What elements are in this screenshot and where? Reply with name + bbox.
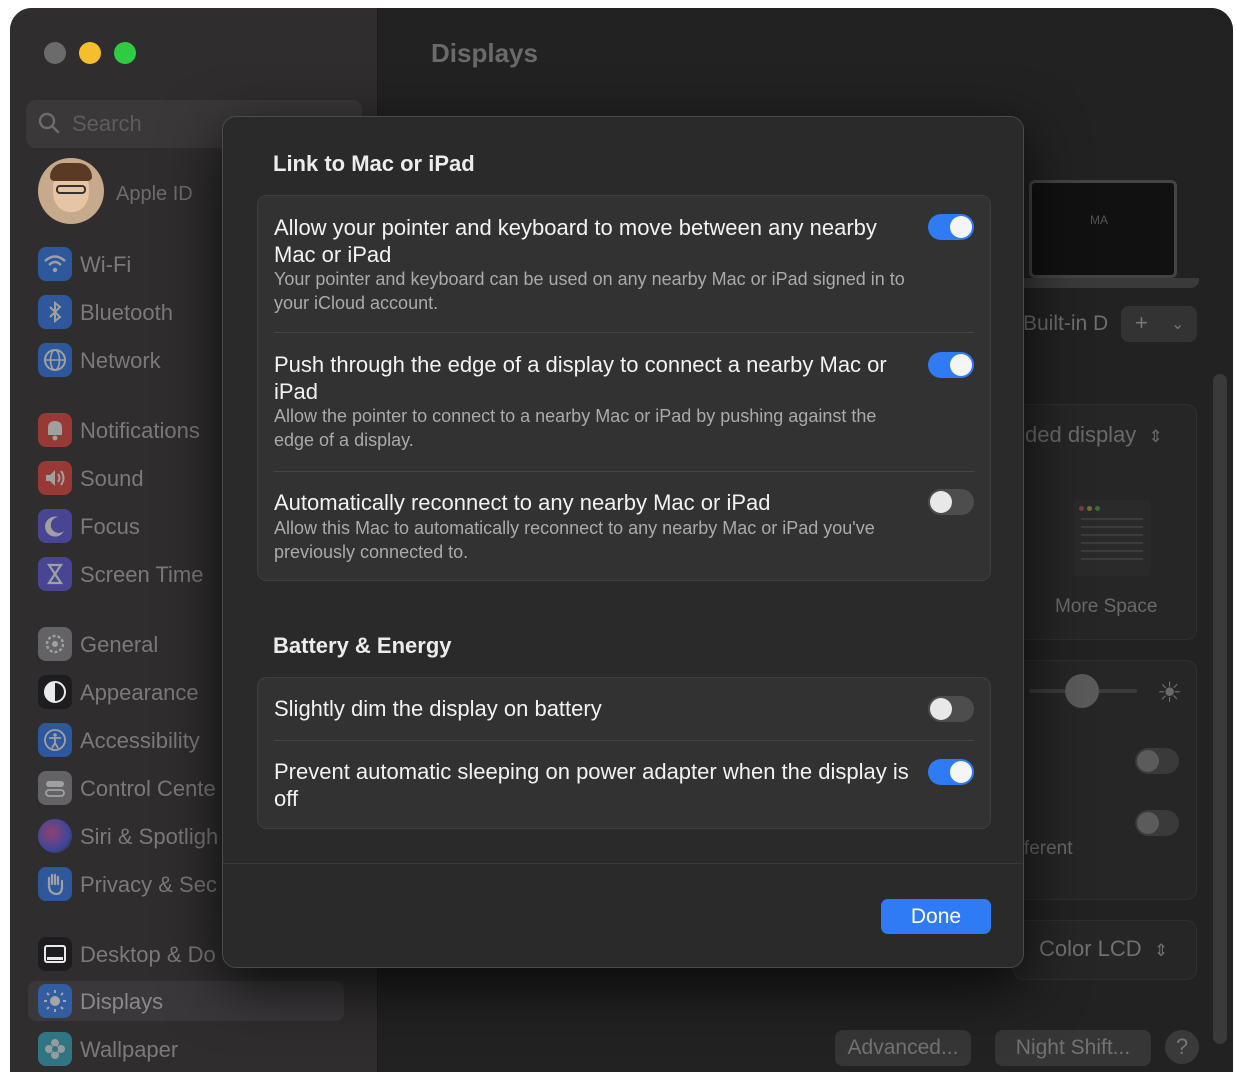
sidebar-item-label: Displays (80, 989, 164, 1014)
avatar (38, 158, 104, 224)
bell-icon (38, 413, 72, 447)
color-profile-value: Color LCD (1039, 936, 1142, 961)
setting-title: Push through the edge of a display to co… (274, 352, 887, 404)
advanced-display-dialog: Link to Mac or iPad Allow your pointer a… (222, 116, 1024, 968)
sidebar-item-label: Desktop & Do (80, 942, 216, 967)
sidebar-item-label: Network (80, 348, 161, 373)
sidebar-item-label: Bluetooth (80, 300, 173, 325)
more-space-label: More Space (1055, 596, 1158, 617)
sidebar-item-label: General (80, 632, 159, 657)
minimize-window-button[interactable] (79, 42, 101, 64)
scrollbar[interactable] (1213, 374, 1227, 1044)
flower-icon (38, 1032, 72, 1066)
setting-description: Your pointer and keyboard can be used on… (274, 269, 905, 313)
night-shift-button[interactable]: Night Shift... (995, 1030, 1151, 1066)
hourglass-icon (38, 557, 72, 591)
more-space-thumbnail[interactable] (1073, 500, 1151, 576)
add-display-button[interactable]: + ⌄ (1121, 306, 1197, 342)
control-center-icon (38, 771, 72, 805)
plus-icon: + (1135, 310, 1148, 335)
dim-on-battery-toggle[interactable] (928, 696, 974, 722)
advanced-button[interactable]: Advanced... (835, 1030, 971, 1066)
setting-title: Automatically reconnect to any nearby Ma… (274, 490, 771, 515)
setting-title: Slightly dim the display on battery (274, 696, 602, 721)
setting-description: Allow this Mac to automatically reconnec… (274, 518, 875, 562)
sidebar-item-label: Accessibility (80, 728, 200, 753)
use-as-popup[interactable]: ded display ⇕ (1025, 422, 1163, 448)
dock-icon (38, 937, 72, 971)
battery-settings-group: Slightly dim the display on battery Prev… (257, 677, 991, 829)
moon-icon (38, 509, 72, 543)
sidebar-item-label: Wallpaper (80, 1037, 179, 1062)
apple-id-label: Apple ID (116, 183, 193, 205)
wifi-icon (38, 247, 72, 281)
different-label: fferent (1019, 838, 1073, 859)
setting-title: Allow your pointer and keyboard to move … (274, 215, 877, 267)
bluetooth-icon (38, 295, 72, 329)
setting-description: Allow the pointer to connect to a nearby… (274, 406, 877, 450)
sidebar-item-label: Appearance (80, 680, 199, 705)
globe-icon (38, 343, 72, 377)
background-toggle-2[interactable] (1135, 810, 1179, 836)
zoom-window-button[interactable] (114, 42, 136, 64)
sidebar-item-displays[interactable]: Displays (28, 981, 344, 1021)
sidebar-item-label: Screen Time (80, 562, 204, 587)
setting-row-auto-reconnect: Automatically reconnect to any nearby Ma… (258, 472, 990, 582)
done-button[interactable]: Done (881, 899, 991, 934)
builtin-display-label: Built-in D (1023, 312, 1109, 335)
auto-reconnect-toggle[interactable] (928, 489, 974, 515)
setting-title: Prevent automatic sleeping on power adap… (274, 759, 909, 811)
chevron-down-icon: ⌄ (1171, 316, 1185, 333)
laptop-mark: MA (1090, 213, 1108, 227)
pointer-keyboard-toggle[interactable] (928, 214, 974, 240)
section-title-battery: Battery & Energy (273, 633, 452, 658)
speaker-icon (38, 461, 72, 495)
use-as-value: ded display (1025, 422, 1137, 447)
setting-row-push-through: Push through the edge of a display to co… (258, 333, 990, 471)
sidebar-item-label: Notifications (80, 418, 200, 443)
section-title-link: Link to Mac or iPad (273, 151, 475, 176)
page-title: Displays (431, 38, 538, 68)
updown-chevron-icon: ⇕ (1153, 941, 1169, 960)
sidebar-item-label: Siri & Spotligh (80, 824, 219, 849)
color-profile-popup[interactable]: Color LCD ⇕ (1039, 936, 1168, 962)
sidebar-item-wallpaper[interactable]: Wallpaper (36, 1029, 366, 1069)
brightness-sun-icon: ☀ (1157, 677, 1183, 708)
laptop-base (1015, 278, 1199, 288)
push-through-toggle[interactable] (928, 352, 974, 378)
sidebar-item-label: Wi-Fi (80, 252, 132, 277)
siri-icon (38, 819, 72, 853)
background-toggle-1[interactable] (1135, 748, 1179, 774)
footer-divider (223, 863, 1023, 864)
sidebar-item-label: Privacy & Sec (80, 872, 217, 897)
setting-row-pointer-keyboard: Allow your pointer and keyboard to move … (258, 196, 990, 332)
prevent-sleep-toggle[interactable] (928, 759, 974, 785)
help-button[interactable]: ? (1165, 1030, 1199, 1064)
link-settings-group: Allow your pointer and keyboard to move … (257, 195, 991, 581)
setting-row-prevent-sleep: Prevent automatic sleeping on power adap… (258, 741, 990, 830)
close-window-button[interactable] (44, 42, 66, 64)
accessibility-icon (38, 723, 72, 757)
sidebar-item-label: Focus (80, 514, 140, 539)
hand-icon (38, 867, 72, 901)
appearance-icon (38, 675, 72, 709)
search-icon (38, 112, 60, 134)
setting-row-dim-on-battery: Slightly dim the display on battery (258, 678, 990, 740)
updown-chevron-icon: ⇕ (1148, 427, 1163, 446)
sun-icon (38, 984, 72, 1018)
search-placeholder: Search (72, 111, 142, 136)
sidebar-item-label: Sound (80, 466, 144, 491)
brightness-slider-knob[interactable] (1065, 674, 1099, 708)
sidebar-item-label: Control Cente (80, 776, 216, 801)
builtin-display-preview[interactable]: MA (1029, 180, 1177, 278)
gear-icon (38, 627, 72, 661)
